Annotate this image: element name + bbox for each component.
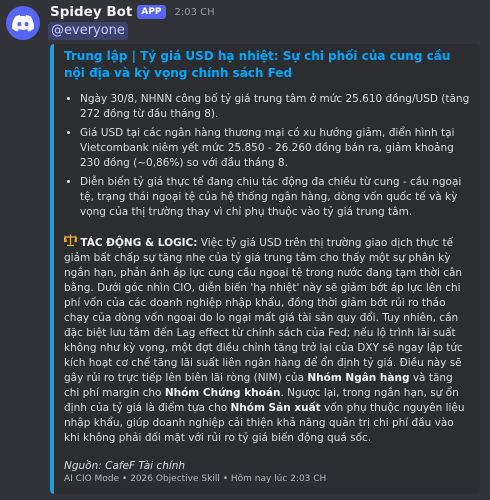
scale-icon (63, 234, 79, 251)
app-badge: APP (137, 5, 166, 19)
embed-title[interactable]: Trung lập | Tỷ giá USD hạ nhiệt: Sự chi … (64, 48, 470, 82)
username[interactable]: Spidey Bot (50, 4, 132, 20)
bullet-item: Giá USD tại các ngân hàng thương mại có … (80, 126, 470, 171)
everyone-mention[interactable]: @everyone (48, 22, 128, 40)
bullet-item: Ngày 30/8, NHNN công bố tỷ giá trung tâm… (80, 92, 470, 122)
impact-paragraph: TÁC ĐỘNG & LOGIC: Việc tỷ giá USD trên t… (63, 234, 470, 446)
news-embed: Trung lập | Tỷ giá USD hạ nhiệt: Sự chi … (50, 44, 480, 494)
source-line: Nguồn: CafeF Tài chính (64, 460, 186, 472)
bullet-item: Diễn biến tỷ giá thực tế đang chịu tác đ… (80, 175, 470, 220)
discord-logo-icon (12, 14, 34, 31)
timestamp[interactable]: 2:03 CH (175, 7, 215, 18)
sector-banks: Nhóm Ngân hàng (307, 372, 410, 384)
embed-footer: AI CIO Mode • 2026 Objective Skill • Hôm… (64, 474, 327, 484)
sector-securities: Nhóm Chứng khoán (164, 387, 281, 399)
bullet-list: Ngày 30/8, NHNN công bố tỷ giá trung tâm… (64, 92, 470, 220)
impact-text: Việc tỷ giá USD trên thị trường giao dịc… (64, 237, 463, 384)
bot-avatar[interactable] (6, 6, 40, 40)
impact-label: TÁC ĐỘNG & LOGIC: (80, 237, 198, 249)
sector-manufacturing: Nhóm Sản xuất (230, 402, 321, 414)
message-header: Spidey Bot APP 2:03 CH (50, 3, 215, 21)
